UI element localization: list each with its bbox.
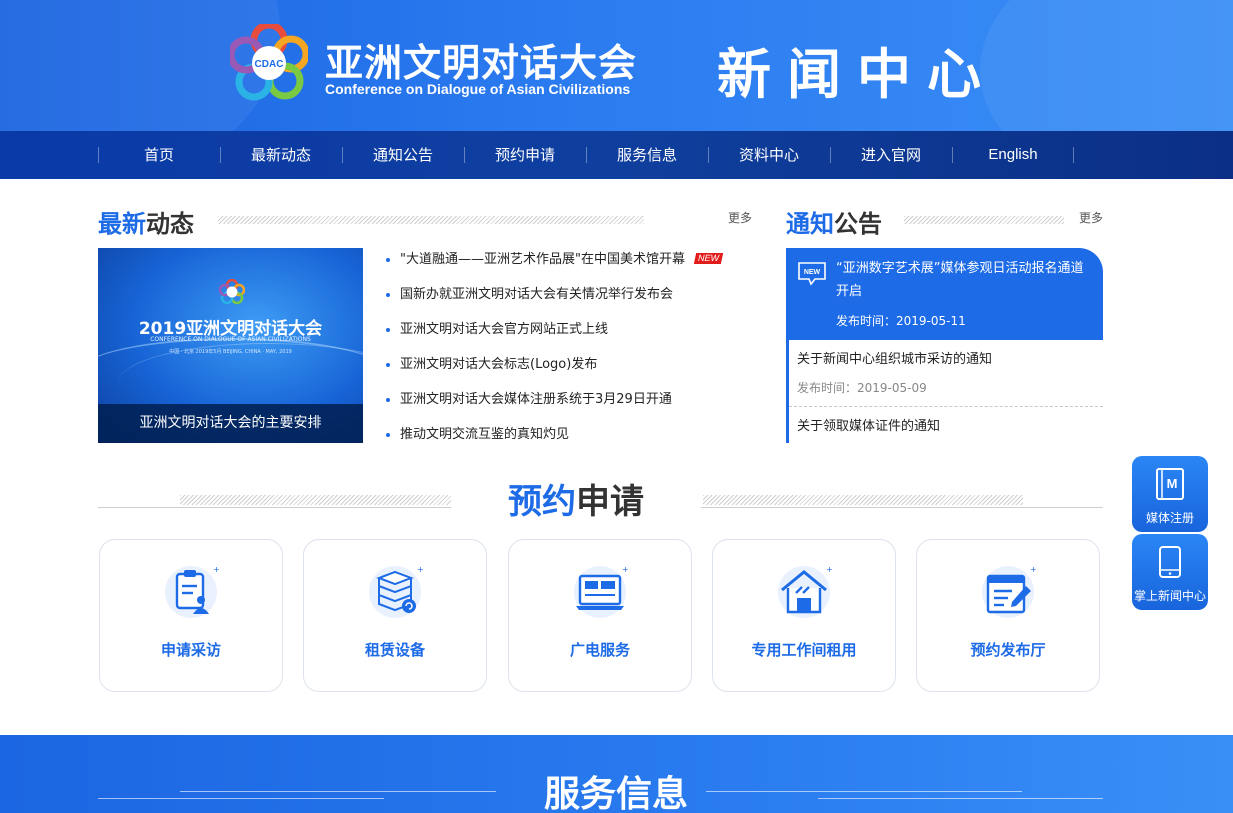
new-notice-icon: NEW <box>798 262 826 286</box>
latest-title-b: 动态 <box>146 210 194 238</box>
list-item[interactable]: 亚洲文明对话大会官方网站正式上线 <box>386 318 756 353</box>
house-icon: + <box>778 565 833 618</box>
title-divider <box>904 216 1064 224</box>
list-item[interactable]: "大道融通——亚洲艺术作品展"在中国美术馆开幕 NEW <box>386 248 756 283</box>
notice-date: 发布时间：2019-05-09 <box>797 381 927 395</box>
section-rule <box>98 798 384 799</box>
list-item[interactable]: 亚洲文明对话大会媒体注册系统于3月29日开通 <box>386 388 756 423</box>
list-item[interactable]: 亚洲文明对话大会标志(Logo)发布 <box>386 353 756 388</box>
nav-item-latest[interactable]: 最新动态 <box>220 131 342 179</box>
booking-title-b: 申请 <box>576 482 644 522</box>
org-name-en: Conference on Dialogue of Asian Civiliza… <box>325 81 631 97</box>
svg-text:+: + <box>213 565 220 574</box>
notices-title-a: 通知 <box>786 210 834 238</box>
news-title: 亚洲文明对话大会媒体注册系统于3月29日开通 <box>400 392 672 407</box>
services-section-title: 服务信息 <box>543 774 688 813</box>
svg-text:+: + <box>417 565 424 574</box>
svg-text:+: + <box>622 565 629 574</box>
media-icon-letter: M <box>1167 476 1178 491</box>
notice-list: 关于新闻中心组织城市采访的通知 发布时间：2019-05-09 关于领取媒体证件… <box>786 340 1103 443</box>
notice-featured[interactable]: NEW “亚洲数字艺术展”媒体参观日活动报名通道开启 发布时间：2019-05-… <box>786 248 1103 340</box>
booking-card-workroom[interactable]: + 专用工作间租用 <box>712 539 896 692</box>
news-title: "大道融通——亚洲艺术作品展"在中国美术馆开幕 <box>400 252 685 267</box>
bullet-icon <box>386 293 390 297</box>
bullet-icon <box>386 398 390 402</box>
notice-featured-date: 发布时间：2019-05-11 <box>836 314 966 328</box>
section-rule <box>818 798 1103 799</box>
nav-item-home[interactable]: 首页 <box>98 131 220 179</box>
cdac-logo-small-icon <box>219 279 245 305</box>
bullet-icon <box>386 258 390 262</box>
mobile-phone-icon <box>1159 546 1181 578</box>
booking-card-broadcast[interactable]: + 广电服务 <box>508 539 692 692</box>
latest-section-title: 最新动态 <box>98 204 194 239</box>
booking-card-equipment[interactable]: + 租赁设备 <box>303 539 487 692</box>
notice-featured-title: “亚洲数字艺术展”媒体参观日活动报名通道开启 <box>836 261 1084 299</box>
server-stack-icon: + <box>369 565 424 618</box>
svg-text:+: + <box>1030 565 1037 574</box>
news-title: 亚洲文明对话大会官方网站正式上线 <box>400 322 609 337</box>
logo-badge: CDAC <box>255 59 284 70</box>
booking-card-press-hall[interactable]: + 预约发布厅 <box>916 539 1100 692</box>
news-title: 国新办就亚洲文明对话大会有关情况举行发布会 <box>400 287 674 302</box>
news-title: 推动文明交流互鉴的真知灼见 <box>400 427 570 442</box>
featured-date-line: 中国 · 北京 2019年5月 BEIJING, CHINA · MAY, 20… <box>169 349 292 355</box>
featured-news-image[interactable]: 2019亚洲文明对话大会 CONFERENCE ON DIALOGUE OF A… <box>98 248 363 443</box>
list-item[interactable]: 关于领取媒体证件的通知 <box>789 407 1103 443</box>
svg-text:+: + <box>826 565 833 574</box>
nav-item-booking[interactable]: 预约申请 <box>464 131 586 179</box>
monitor-icon: + <box>574 565 629 618</box>
card-label: 预约发布厅 <box>970 641 1046 659</box>
card-label: 租赁设备 <box>364 641 425 659</box>
card-label: 广电服务 <box>569 641 630 659</box>
booking-card-interview[interactable]: + 申请采访 <box>99 539 283 692</box>
mobile-center-button[interactable]: 掌上新闻中心 <box>1132 534 1208 610</box>
services-section: 服务信息 <box>0 735 1233 813</box>
nav-item-english[interactable]: English <box>952 131 1074 179</box>
news-title: 亚洲文明对话大会标志(Logo)发布 <box>400 357 598 372</box>
mobile-center-label: 掌上新闻中心 <box>1133 589 1206 603</box>
list-item[interactable]: 国新办就亚洲文明对话大会有关情况举行发布会 <box>386 283 756 318</box>
featured-subtitle: CONFERENCE ON DIALOGUE OF ASIAN CIVILIZA… <box>150 336 311 343</box>
new-badge: NEW <box>693 253 724 264</box>
title-divider <box>703 495 1023 505</box>
media-register-label: 媒体注册 <box>1145 511 1194 525</box>
booking-title-a: 预约 <box>508 482 576 522</box>
nav-item-notices[interactable]: 通知公告 <box>342 131 464 179</box>
notices-title-b: 公告 <box>834 210 882 238</box>
bullet-icon <box>386 328 390 332</box>
notice-title: 关于新闻中心组织城市采访的通知 <box>797 352 993 367</box>
media-register-button[interactable]: M 媒体注册 <box>1132 456 1208 532</box>
media-book-icon: M <box>1156 468 1184 500</box>
notice-title: 关于领取媒体证件的通知 <box>797 419 941 434</box>
latest-more-link[interactable]: 更多 <box>728 209 752 226</box>
list-item[interactable]: 推动文明交流互鉴的真知灼见 <box>386 423 756 458</box>
latest-news-list: "大道融通——亚洲艺术作品展"在中国美术馆开幕 NEW 国新办就亚洲文明对话大会有… <box>386 248 756 458</box>
list-item[interactable]: 关于新闻中心组织城市采访的通知 发布时间：2019-05-09 <box>789 340 1103 407</box>
main-nav: 首页 最新动态 通知公告 预约申请 服务信息 资料中心 进入官网 English <box>0 131 1233 179</box>
bullet-icon <box>386 363 390 367</box>
title-divider <box>218 216 644 224</box>
cdac-logo-icon[interactable]: CDAC <box>230 24 308 102</box>
page-title: 新闻中心 <box>717 42 997 106</box>
org-name-cn: 亚洲文明对话大会 <box>325 41 638 85</box>
clipboard-person-icon: + <box>165 565 220 618</box>
card-label: 申请采访 <box>160 641 221 659</box>
nav-item-services[interactable]: 服务信息 <box>586 131 708 179</box>
section-rule <box>180 791 496 792</box>
notices-more-link[interactable]: 更多 <box>1079 209 1103 226</box>
booking-section-title: 预约申请 <box>451 474 701 523</box>
latest-title-a: 最新 <box>98 210 146 238</box>
header-glow <box>980 0 1233 131</box>
document-pen-icon: + <box>982 565 1037 618</box>
nav-item-official-site[interactable]: 进入官网 <box>830 131 952 179</box>
site-header: CDAC 亚洲文明对话大会 Conference on Dialogue of … <box>0 0 1233 131</box>
card-label: 专用工作间租用 <box>751 641 857 659</box>
notices-section-title: 通知公告 <box>786 204 882 239</box>
nav-item-resources[interactable]: 资料中心 <box>708 131 830 179</box>
new-notice-icon-label: NEW <box>804 269 821 276</box>
bullet-icon <box>386 433 390 437</box>
featured-caption[interactable]: 亚洲文明对话大会的主要安排 <box>98 404 363 443</box>
